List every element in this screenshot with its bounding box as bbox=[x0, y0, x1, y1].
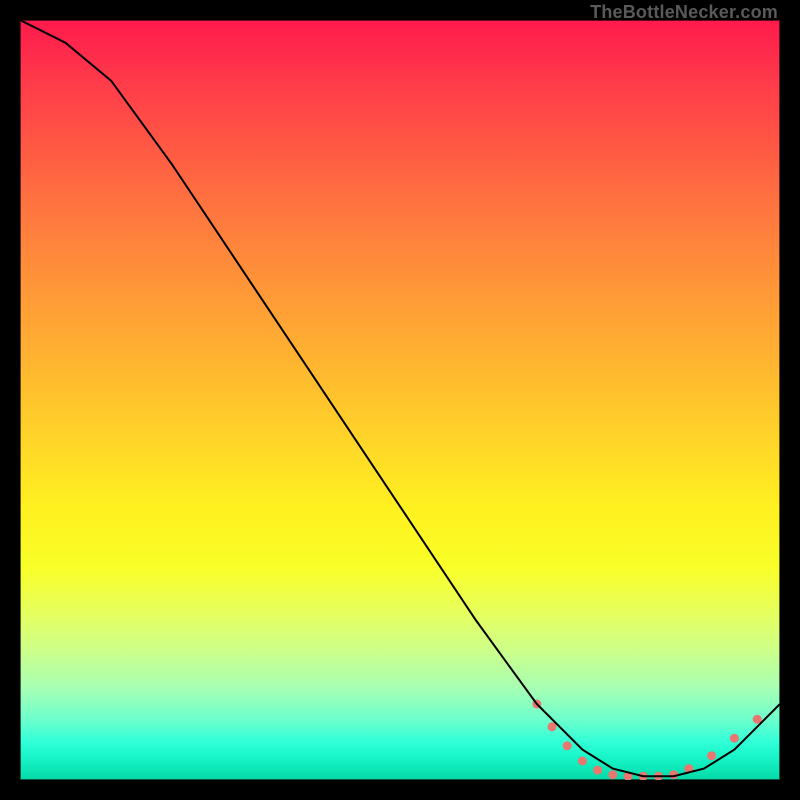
chart-marker bbox=[608, 770, 617, 779]
chart-stage: TheBottleNecker.com bbox=[0, 0, 800, 800]
chart-svg bbox=[20, 20, 780, 780]
chart-marker bbox=[707, 751, 716, 760]
chart-marker bbox=[563, 741, 572, 750]
chart-marker bbox=[578, 757, 587, 766]
chart-markers bbox=[532, 700, 761, 781]
chart-marker bbox=[730, 734, 739, 743]
chart-curve bbox=[20, 20, 780, 776]
plot-area bbox=[20, 20, 780, 780]
chart-marker bbox=[593, 766, 602, 775]
